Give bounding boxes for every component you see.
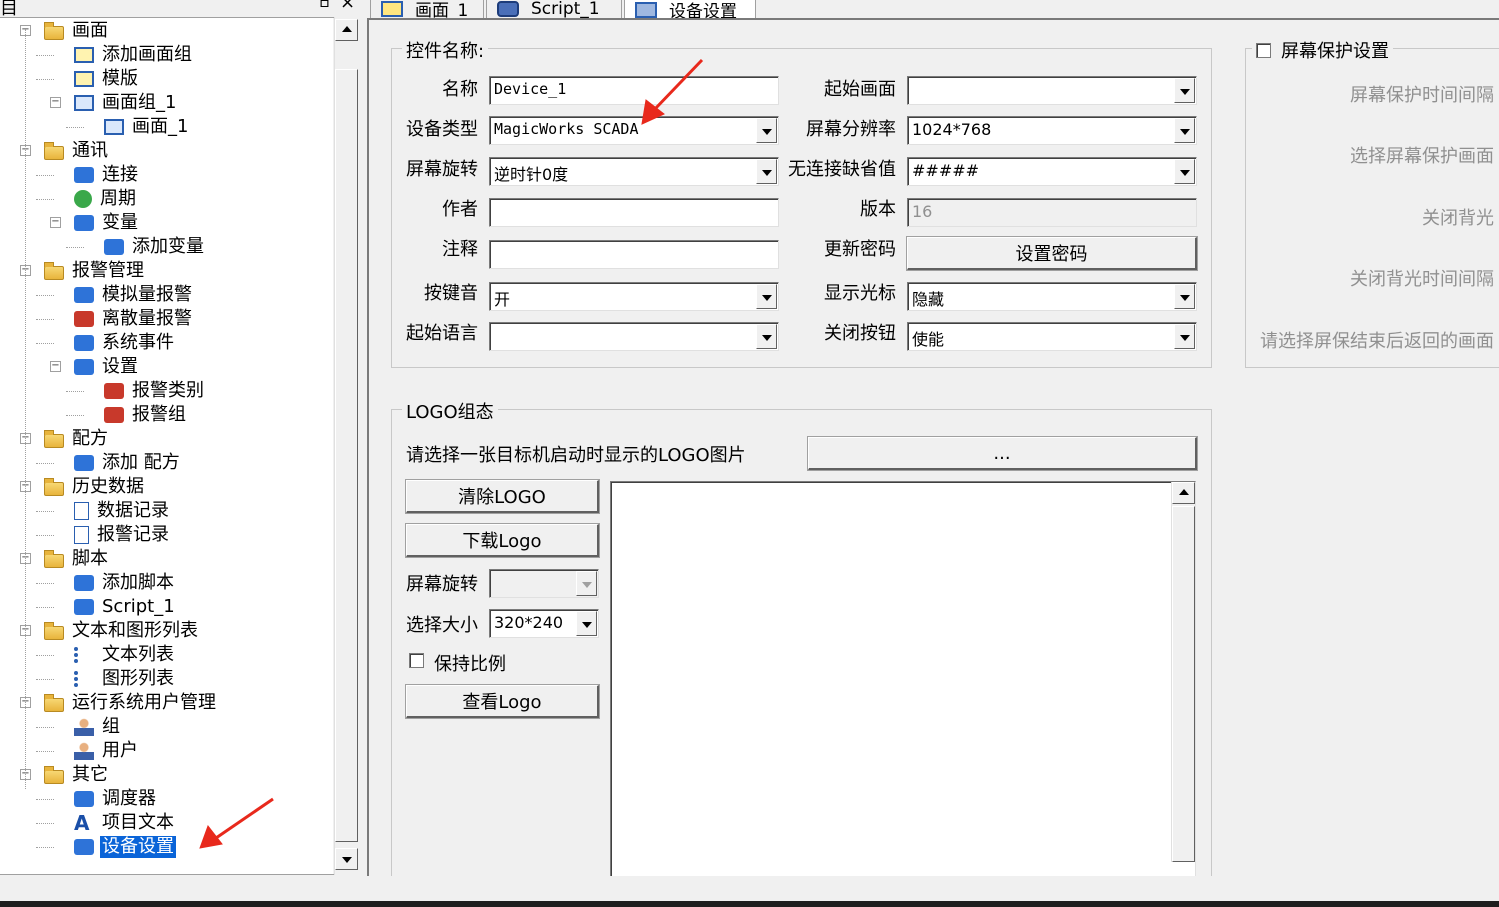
arrow-to-device-settings — [199, 797, 274, 849]
annotation-arrows — [199, 58, 704, 849]
taskbar-strip — [0, 901, 1499, 907]
arrow-to-device-type — [641, 58, 704, 125]
